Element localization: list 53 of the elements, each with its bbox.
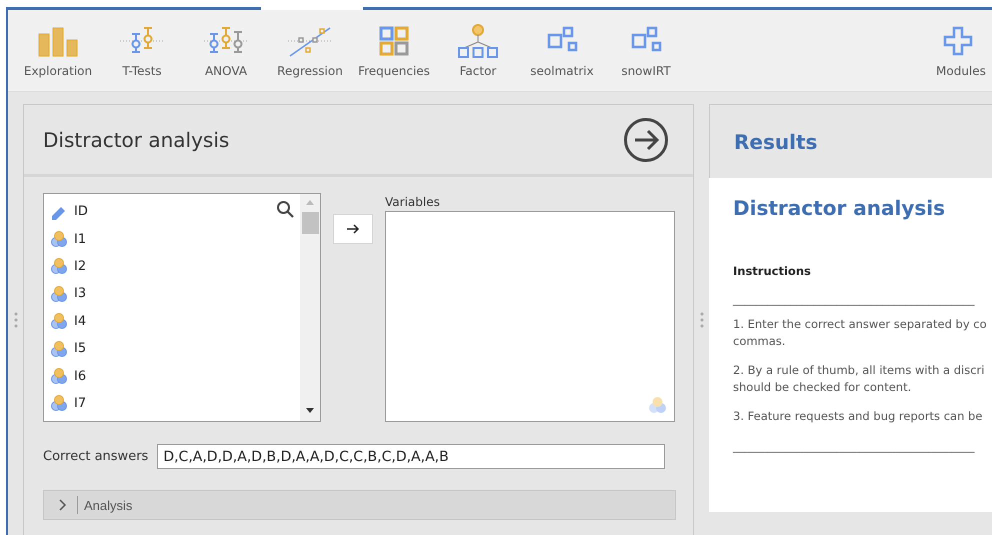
list-label: Variables xyxy=(385,194,441,211)
instruction-text: commas. xyxy=(733,333,786,350)
circles-icon xyxy=(50,367,68,386)
toolbar-button[interactable]: seolmatrix xyxy=(520,10,604,91)
arrow-circle-icon xyxy=(623,116,669,162)
toolbar-button[interactable]: T-Tests xyxy=(100,10,184,91)
panel-title: Distractor analysis xyxy=(43,128,230,152)
up-arrow-icon xyxy=(305,198,315,206)
down-arrow-icon xyxy=(305,407,315,415)
circles-icon xyxy=(50,312,68,330)
hierarchy-icon xyxy=(456,24,500,58)
variables-box[interactable] xyxy=(385,211,675,422)
input-field[interactable]: D,C,A,D,D,A,D,B,D,A,A,D,C,C,B,C,D,A,A,B xyxy=(157,444,665,469)
circles-icon xyxy=(50,394,68,412)
analysis-title: Distractor analysis xyxy=(733,196,946,220)
variable-name[interactable]: I7 xyxy=(74,396,86,411)
search-icon xyxy=(276,200,294,218)
field-label: Correct answers xyxy=(43,449,148,464)
variable-name[interactable]: I4 xyxy=(74,314,86,329)
circles-icon xyxy=(50,230,68,248)
circles-icon xyxy=(50,340,68,358)
circles-icon xyxy=(50,257,68,276)
toolbar-button[interactable]: Exploration xyxy=(16,10,100,91)
toolbar-button[interactable]: ANOVA xyxy=(184,10,268,91)
toolbar-button[interactable]: Regression xyxy=(268,10,352,91)
circles-icon xyxy=(50,284,68,303)
variable-name[interactable]: I2 xyxy=(74,258,86,274)
underline-rule: __________________________________________ xyxy=(733,292,976,306)
toolbar-button[interactable]: Frequencies xyxy=(352,10,436,91)
instruction-text: should be checked for content. xyxy=(733,379,912,396)
scrollbar[interactable] xyxy=(300,194,320,421)
instruction-text: 1. Enter the correct answer separated by co xyxy=(733,316,988,333)
resize-handle-icon xyxy=(700,310,704,328)
variable-name[interactable]: ID xyxy=(74,204,88,220)
run-button[interactable] xyxy=(623,116,669,162)
variable-name[interactable]: I3 xyxy=(74,286,86,302)
toolbar-button[interactable]: Factor xyxy=(436,10,520,91)
section-header[interactable]: Analysis xyxy=(43,490,676,520)
circles-icon xyxy=(648,395,668,415)
move-button[interactable] xyxy=(333,214,373,244)
results-heading: Results xyxy=(734,130,818,154)
instruction-text: 2. By a rule of thumb, all items with a discri xyxy=(733,362,986,379)
scrollbar-thumb[interactable] xyxy=(302,212,318,234)
toolbar-button[interactable]: snowIRT xyxy=(604,10,688,91)
underline-rule: __________________________________________ xyxy=(733,439,976,453)
section-subtitle: Instructions xyxy=(733,264,812,278)
variable-name[interactable]: I1 xyxy=(74,232,86,247)
right-arrow-icon xyxy=(346,223,360,235)
resize-handle-icon xyxy=(14,310,18,328)
variable-name[interactable]: I6 xyxy=(74,368,86,384)
variable-name[interactable]: I5 xyxy=(74,341,86,356)
modules-button[interactable]: Modules xyxy=(936,10,992,91)
instruction-text: 3. Feature requests and bug reports can be xyxy=(733,408,984,425)
